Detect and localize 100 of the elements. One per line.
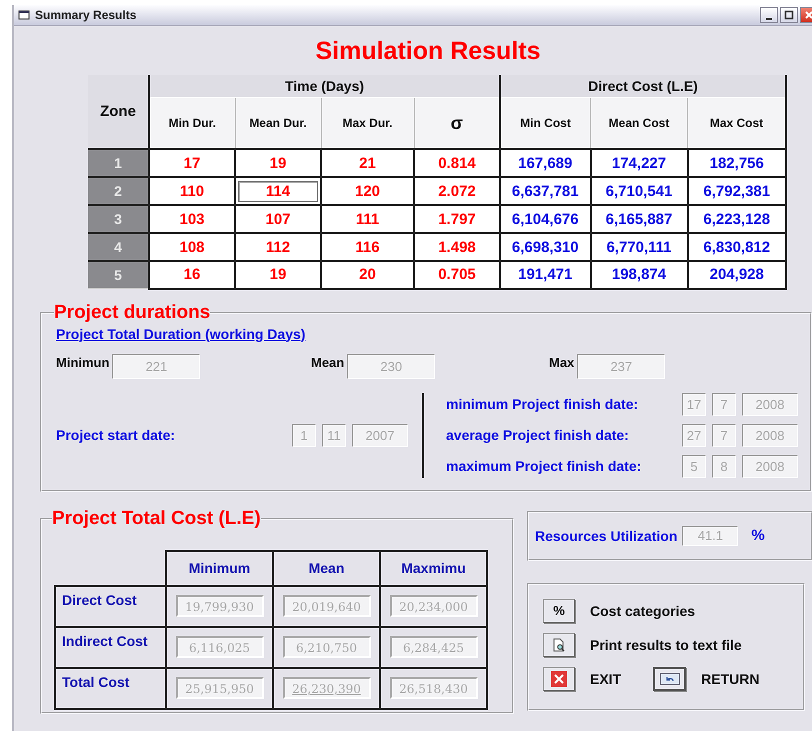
field-label: average Project finish date: (446, 427, 629, 443)
table-cell: 182,756 (688, 149, 786, 177)
close-icon (804, 10, 812, 20)
column-group-header: Time (Days) (149, 75, 500, 98)
action-label: EXIT (590, 670, 622, 686)
table-cell: 21 (321, 149, 414, 177)
maximize-icon (784, 10, 794, 20)
cost-categories-button[interactable]: % (543, 598, 575, 622)
panel-title: Project Total Cost (L.E) (52, 508, 261, 530)
table-cell: 120 (321, 177, 414, 205)
input-field[interactable]: 230 (347, 354, 436, 378)
column-header: Mean Cost (590, 98, 688, 149)
field-label: minimum Project finish date: (446, 396, 638, 412)
table-cell: 191,471 (500, 261, 590, 288)
field-label: Max (549, 354, 574, 370)
input-field[interactable]: 2008 (742, 454, 798, 478)
table-cell: 20 (321, 261, 414, 288)
table-cell: 6,104,676 (500, 205, 590, 233)
row-header: Indirect Cost (55, 626, 166, 668)
unit-label: % (751, 527, 765, 544)
table-cell: 19 (235, 149, 321, 177)
return-button[interactable] (653, 666, 686, 690)
input-field[interactable]: 25,915,950 (176, 677, 264, 699)
input-field[interactable]: 11 (322, 424, 346, 446)
input-field[interactable]: 5 (682, 454, 706, 478)
column-group-header: Direct Cost (L.E) (500, 75, 786, 98)
input-field[interactable]: 6,284,425 (390, 636, 478, 658)
column-header: Mean Dur. (235, 98, 321, 149)
table-cell: 204,928 (688, 261, 786, 288)
minimize-icon (766, 18, 772, 20)
input-field[interactable]: 6,210,750 (282, 636, 370, 658)
window-title: Summary Results (35, 8, 138, 22)
exit-button[interactable] (543, 666, 575, 690)
table-cell: 108 (149, 233, 235, 261)
maximize-button[interactable] (780, 7, 798, 23)
table-cell: 167,689 (500, 149, 590, 177)
table-cell: 6,698,310 (500, 233, 590, 261)
table-cell: 19 (235, 261, 321, 288)
table-cell: 174,227 (590, 149, 688, 177)
table-cell: 6,770,111 (590, 233, 688, 261)
row-header: 1 (88, 149, 149, 177)
table-cell: 111 (321, 205, 414, 233)
close-icon (551, 670, 567, 686)
row-header: 4 (88, 233, 149, 261)
panel-title: Project durations (54, 302, 210, 324)
table-cell: 2.072 (414, 177, 500, 205)
window-icon (18, 9, 30, 21)
action-label: Print results to text file (590, 636, 742, 652)
row-header: Total Cost (55, 668, 166, 708)
table-cell: 116 (321, 233, 414, 261)
table-cell: 1.498 (414, 233, 500, 261)
table-cell: 1.797 (414, 205, 500, 233)
table-cell: 6,637,781 (500, 177, 590, 205)
table-cell: 112 (235, 233, 321, 261)
table-cell: 16 (149, 261, 235, 288)
input-field[interactable]: 26,230,390 (282, 677, 370, 699)
input-field[interactable]: 20,234,000 (390, 595, 478, 617)
row-header: 3 (88, 205, 149, 233)
table-cell: 6,223,128 (688, 205, 786, 233)
column-header: Maxmimu (380, 550, 487, 586)
table-cell: 107 (235, 205, 321, 233)
column-header: Max Dur. (321, 98, 414, 149)
page-heading: Simulation Results (314, 37, 542, 67)
row-header: Direct Cost (55, 586, 166, 626)
table-cell: 110 (149, 177, 235, 205)
input-field[interactable]: 17 (682, 392, 706, 416)
table-cell: 114 (235, 177, 321, 205)
column-header: Mean (273, 550, 380, 586)
input-field[interactable]: 26,518,430 (390, 677, 478, 699)
table-cell: 6,165,887 (590, 205, 688, 233)
input-field[interactable]: 6,116,025 (176, 636, 264, 658)
row-header: 5 (88, 261, 149, 288)
input-field[interactable]: 2008 (742, 392, 798, 416)
input-field[interactable]: 237 (577, 354, 666, 378)
input-field[interactable]: 20,019,640 (282, 595, 370, 617)
column-header: σ (414, 98, 500, 149)
input-field[interactable]: 19,799,930 (176, 595, 264, 617)
column-header: Min Dur. (149, 98, 235, 149)
field-label: Mean (311, 354, 344, 370)
input-field[interactable]: 8 (712, 454, 736, 478)
input-field[interactable]: 2007 (352, 424, 408, 446)
print-preview-button[interactable] (543, 632, 575, 656)
input-field[interactable]: 7 (712, 424, 736, 446)
input-field[interactable]: 221 (112, 354, 200, 378)
table-cell: 0.814 (414, 149, 500, 177)
input-field[interactable]: 27 (682, 424, 706, 446)
field-label: Project start date: (56, 427, 176, 443)
column-header: Zone (88, 75, 149, 149)
minimize-button[interactable] (760, 7, 778, 23)
magnifier-page-icon (552, 638, 566, 652)
row-header: 2 (88, 177, 149, 205)
table-cell: 6,710,541 (590, 177, 688, 205)
input-field[interactable]: 2008 (742, 424, 798, 446)
field-label: Resources Utilization (535, 528, 678, 544)
input-field[interactable]: 41.1 (682, 526, 738, 546)
section-heading: Project Total Duration (working Days) (56, 326, 306, 342)
table-cell: 6,792,381 (688, 177, 786, 205)
input-field[interactable]: 7 (712, 392, 736, 416)
input-field[interactable]: 1 (292, 424, 316, 446)
action-label: Cost categories (590, 602, 696, 618)
